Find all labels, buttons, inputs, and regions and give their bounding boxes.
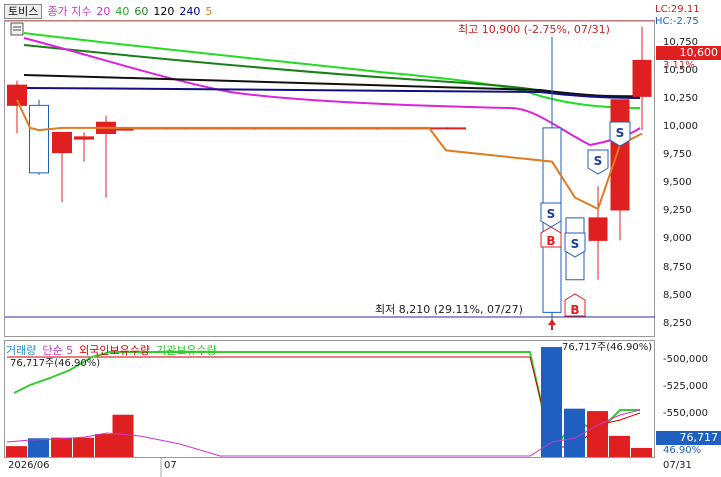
current-change-label: 3.11% — [663, 60, 695, 71]
volume-legend-volume: 거래량 — [6, 344, 37, 357]
buy-signal-icon: B — [564, 293, 586, 317]
x-axis-month-label: 07 — [164, 460, 177, 471]
hc-label: HC:-2.75 — [655, 16, 699, 27]
candle — [52, 131, 72, 154]
candle — [428, 127, 449, 130]
price-y-tick: 8,750 — [663, 261, 692, 273]
ma-line-240 — [23, 87, 641, 99]
price-y-tick: 10,000 — [663, 120, 698, 132]
volume-bar — [51, 437, 72, 457]
signal-label: S — [571, 237, 580, 251]
signal-label: B — [546, 234, 555, 248]
low-annotation: 최저 8,210 (29.11%, 07/27) — [375, 303, 523, 316]
volume-y-tick: -550,000 — [663, 408, 708, 419]
high-annotation: 최고 10,900 (-2.75%, 07/31) — [458, 23, 610, 36]
candle — [74, 136, 94, 140]
volume-right-annotation: 76,717주(46.90%) — [562, 342, 652, 353]
volume-bar — [6, 446, 27, 457]
menu-icon[interactable] — [10, 22, 24, 36]
candles-layer — [7, 26, 652, 330]
volume-bars-layer — [6, 347, 652, 457]
volume-legend: 거래량 단순 5 외국인보유수량 기관보유수량 — [6, 342, 217, 358]
current-volume-box: 76,717 — [656, 431, 721, 445]
x-axis-start-label: 2026/06 — [8, 460, 50, 471]
volume-y-tick: -500,000 — [663, 354, 708, 365]
price-y-tick: 9,750 — [663, 149, 692, 160]
price-y-tick: 9,500 — [663, 177, 692, 189]
volume-bar — [73, 437, 94, 457]
volume-bar — [564, 408, 585, 457]
x-axis-end-label: 07/31 — [663, 460, 692, 471]
price-y-tick: 9,000 — [663, 233, 692, 245]
price-chart[interactable]: S B S S S B 최고 10,900 (-2.75%, 07/31) 최저… — [0, 0, 721, 477]
volume-bar — [587, 411, 608, 457]
current-volume-pct: 46.90% — [663, 445, 702, 456]
candle — [29, 104, 49, 174]
candle — [446, 127, 466, 130]
volume-legend-institution: 기관보유수량 — [155, 344, 217, 357]
volume-left-annotation: 76,717주(46.90%) — [10, 358, 100, 369]
price-y-tick: 10,250 — [663, 92, 698, 104]
signal-label: B — [570, 303, 579, 317]
price-y-tick: 8,500 — [663, 289, 692, 301]
volume-bar — [609, 435, 630, 457]
candle — [588, 217, 608, 241]
volume-bar — [112, 414, 134, 457]
signal-label: S — [616, 126, 625, 140]
volume-y-tick: -525,000 — [663, 381, 708, 392]
candle — [610, 99, 630, 211]
sell-signal-icon: S — [587, 149, 609, 175]
lc-label: LC:29.11 — [655, 4, 700, 15]
candle — [632, 59, 652, 97]
volume-bar — [28, 438, 49, 457]
price-y-tick: 8,250 — [663, 317, 692, 329]
candle — [7, 84, 27, 106]
signal-label: S — [594, 154, 603, 168]
signal-label: S — [547, 207, 556, 221]
volume-bar — [631, 447, 652, 457]
volume-legend-ma5: 단순 5 — [42, 344, 74, 357]
volume-legend-foreign: 외국인보유수량 — [79, 344, 150, 357]
price-y-tick: 9,250 — [663, 205, 692, 217]
current-price-box: 10,600 — [656, 46, 721, 60]
ma-line-40 — [23, 32, 641, 109]
low-marker-arrow-icon — [548, 319, 556, 330]
